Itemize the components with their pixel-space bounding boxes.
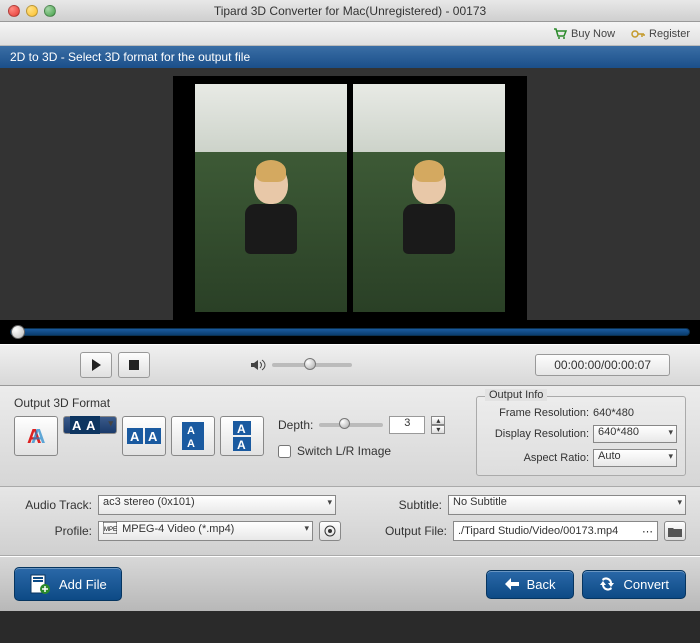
convert-label: Convert: [623, 577, 669, 592]
add-file-icon: [29, 574, 51, 594]
depth-slider[interactable]: [319, 423, 383, 427]
titlebar: Tipard 3D Converter for Mac(Unregistered…: [0, 0, 700, 22]
add-file-button[interactable]: Add File: [14, 567, 122, 601]
subtitle-select[interactable]: No Subtitle: [448, 495, 686, 515]
seek-slider[interactable]: [10, 328, 690, 336]
depth-value[interactable]: 3: [389, 416, 425, 434]
output-info-box: Output Info Frame Resolution: 640*480 Di…: [476, 396, 686, 476]
play-icon: [91, 359, 101, 371]
window-title: Tipard 3D Converter for Mac(Unregistered…: [0, 4, 700, 18]
register-label: Register: [649, 28, 690, 40]
volume-control: [250, 359, 352, 371]
add-file-label: Add File: [59, 577, 107, 592]
left-eye-frame: [195, 84, 347, 312]
stepper-up-icon[interactable]: ▴: [431, 416, 445, 425]
switch-lr-checkbox[interactable]: [278, 445, 291, 458]
anaglyph-icon: AA: [23, 423, 49, 449]
subtitle-label: Subtitle:: [342, 498, 442, 512]
seek-bar-area: [0, 320, 700, 344]
svg-text:A: A: [187, 425, 195, 437]
back-button[interactable]: Back: [486, 570, 575, 599]
convert-button[interactable]: Convert: [582, 570, 686, 599]
right-eye-frame: [353, 84, 505, 312]
folder-icon: [668, 526, 682, 537]
svg-text:A: A: [148, 429, 158, 444]
gear-icon: [324, 525, 336, 537]
display-res-label: Display Resolution:: [485, 428, 593, 440]
stop-icon: [129, 360, 139, 370]
stop-button[interactable]: [118, 352, 150, 378]
svg-text:A: A: [237, 438, 246, 451]
tb-full-icon: AA: [182, 422, 204, 450]
sbs-half-icon: AA: [127, 428, 161, 444]
profile-label: Profile:: [14, 524, 92, 538]
bottom-bar: Add File Back Convert: [0, 556, 700, 611]
mode-bar: 2D to 3D - Select 3D format for the outp…: [0, 46, 700, 68]
top-toolbar: Buy Now Register: [0, 22, 700, 46]
switch-lr-label: Switch L/R Image: [297, 444, 391, 458]
buy-now-label: Buy Now: [571, 28, 615, 40]
browse-output-button[interactable]: [664, 521, 686, 541]
sbs-full-format-button[interactable]: AA: [63, 416, 117, 434]
output-file-field[interactable]: ./Tipard Studio/Video/00173.mp4⋯: [453, 521, 658, 541]
svg-text:A: A: [86, 418, 96, 433]
play-button[interactable]: [80, 352, 112, 378]
volume-thumb[interactable]: [304, 358, 316, 370]
key-icon: [631, 28, 645, 40]
tb-half-icon: AA: [233, 421, 251, 451]
mode-text: 2D to 3D - Select 3D format for the outp…: [10, 50, 250, 64]
depth-stepper[interactable]: ▴ ▾: [431, 416, 445, 434]
frame-res-label: Frame Resolution:: [485, 407, 593, 419]
preview-area: [0, 68, 700, 344]
svg-text:MPEG: MPEG: [104, 527, 117, 533]
anaglyph-format-button[interactable]: AA: [14, 416, 58, 456]
svg-text:A: A: [237, 422, 246, 436]
frame-res-value: 640*480: [593, 407, 634, 419]
tb-full-format-button[interactable]: AA: [171, 416, 215, 456]
svg-text:A: A: [187, 438, 195, 450]
profile-select[interactable]: MPEG MPEG-4 Video (*.mp4): [98, 521, 313, 541]
format-panel: Output 3D Format AA AA AA AA AA Depth:: [0, 386, 700, 487]
tb-half-format-button[interactable]: AA: [220, 416, 264, 456]
back-arrow-icon: [505, 578, 519, 590]
output-format-label: Output 3D Format: [14, 396, 264, 410]
stepper-down-icon[interactable]: ▾: [431, 425, 445, 434]
output-info-legend: Output Info: [485, 389, 547, 401]
buy-now-link[interactable]: Buy Now: [553, 28, 615, 40]
depth-label: Depth:: [278, 418, 313, 432]
output-file-label: Output File:: [347, 524, 447, 538]
audio-track-label: Audio Track:: [14, 498, 92, 512]
speaker-icon: [250, 359, 266, 371]
display-res-select[interactable]: 640*480: [593, 425, 677, 443]
sbs-full-icon: AA: [70, 416, 100, 434]
depth-thumb[interactable]: [339, 418, 350, 429]
video-preview: [173, 76, 527, 320]
mpeg-icon: MPEG: [103, 522, 117, 534]
playback-controls: 00:00:00/00:00:07: [0, 344, 700, 386]
register-link[interactable]: Register: [631, 28, 690, 40]
svg-text:A: A: [31, 426, 45, 448]
seek-thumb[interactable]: [11, 325, 25, 339]
cart-icon: [553, 28, 567, 40]
svg-text:A: A: [72, 418, 82, 433]
aspect-ratio-label: Aspect Ratio:: [485, 452, 593, 464]
svg-text:A: A: [130, 429, 140, 444]
profile-settings-button[interactable]: [319, 521, 341, 541]
time-display: 00:00:00/00:00:07: [535, 354, 670, 376]
settings-panel: Audio Track: ac3 stereo (0x101) Subtitle…: [0, 487, 700, 556]
aspect-ratio-select[interactable]: Auto: [593, 449, 677, 467]
convert-icon: [599, 577, 615, 591]
sbs-half-format-button[interactable]: AA: [122, 416, 166, 456]
back-label: Back: [527, 577, 556, 592]
volume-slider[interactable]: [272, 363, 352, 367]
audio-track-select[interactable]: ac3 stereo (0x101): [98, 495, 336, 515]
